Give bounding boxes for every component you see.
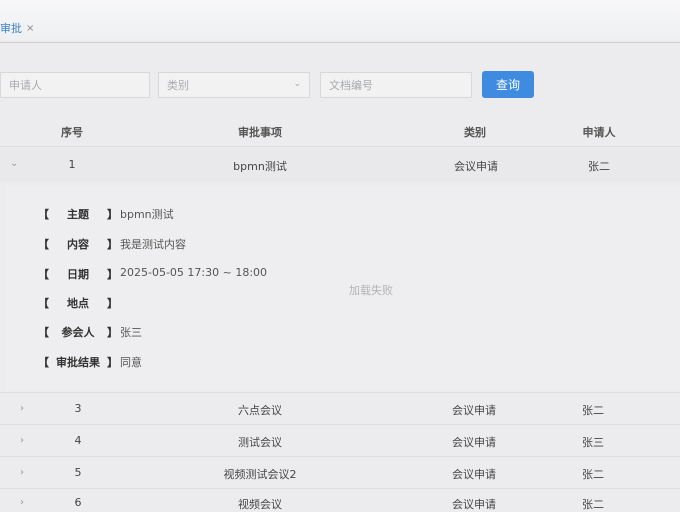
tab-approval[interactable]: 审批 × — [0, 18, 40, 38]
category-input[interactable] — [165, 77, 309, 93]
detail-value: 2025-05-05 17:30 ~ 18:00 — [120, 266, 268, 279]
detail-label: 参会人 — [61, 326, 95, 339]
cell-applicant: 张二 — [582, 468, 604, 481]
cell-category: 会议申请 — [452, 404, 496, 417]
close-icon[interactable]: × — [26, 23, 34, 34]
cell-applicant: 张二 — [588, 160, 610, 173]
chevron-right-icon[interactable]: › — [20, 497, 24, 508]
table-row-expanded[interactable]: ⌄ 1 bpmn测试 会议申请 张二 — [0, 148, 680, 182]
cell-no: 4 — [74, 434, 82, 447]
cell-item: 六点会议 — [238, 404, 282, 417]
cell-category: 会议申请 — [452, 436, 496, 449]
detail-location: 【地点】 — [38, 297, 118, 310]
cell-no: 3 — [74, 402, 82, 415]
detail-value: 同意 — [120, 356, 142, 369]
detail-label: 内容 — [67, 238, 89, 251]
loading-status: 加载失败 — [349, 284, 393, 297]
table-row[interactable]: › 6 视频会议 会议申请 张二 — [0, 488, 680, 511]
cell-applicant: 张二 — [582, 404, 604, 417]
header-divider — [0, 146, 680, 147]
detail-result: 【审批结果】 同意 — [38, 356, 142, 369]
chevron-down-icon[interactable]: ⌄ — [10, 158, 18, 169]
detail-attendee: 【参会人】 张三 — [38, 326, 142, 339]
detail-label: 主题 — [67, 208, 89, 221]
table-row[interactable]: › 5 视频测试会议2 会议申请 张二 — [0, 456, 680, 489]
chevron-right-icon[interactable]: › — [20, 435, 24, 446]
cell-no: 5 — [74, 466, 82, 479]
query-button[interactable]: 查询 — [482, 71, 534, 98]
tab-label: 审批 — [0, 22, 22, 35]
detail-value: 张三 — [120, 326, 142, 339]
category-select[interactable]: ⌄ — [158, 72, 310, 98]
detail-label: 日期 — [67, 268, 89, 281]
cell-item: 视频测试会议2 — [223, 468, 297, 481]
column-header-item: 审批事项 — [238, 126, 282, 139]
top-bar — [0, 0, 680, 40]
cell-category: 会议申请 — [452, 468, 496, 481]
column-header-no: 序号 — [61, 126, 83, 139]
cell-category: 会议申请 — [454, 160, 498, 173]
detail-content: 【内容】 我是测试内容 — [38, 238, 186, 251]
chevron-right-icon[interactable]: › — [20, 403, 24, 414]
cell-no: 1 — [68, 158, 76, 171]
column-header-applicant: 申请人 — [582, 126, 616, 139]
table-row[interactable]: › 3 六点会议 会议申请 张二 — [0, 392, 680, 425]
detail-subject: 【主题】 bpmn测试 — [38, 208, 174, 221]
chevron-down-icon: ⌄ — [293, 79, 301, 89]
cell-applicant: 张三 — [582, 436, 604, 449]
detail-value: 我是测试内容 — [120, 238, 186, 251]
column-header-category: 类别 — [464, 126, 486, 139]
detail-label: 地点 — [67, 297, 89, 310]
cell-item: 测试会议 — [238, 436, 282, 449]
applicant-input[interactable] — [7, 77, 149, 93]
doc-no-input[interactable] — [327, 77, 471, 93]
cell-no: 6 — [74, 496, 82, 509]
detail-value: bpmn测试 — [120, 208, 174, 221]
table-row[interactable]: › 4 测试会议 会议申请 张三 — [0, 424, 680, 457]
detail-date: 【日期】 2025-05-05 17:30 ~ 18:00 — [38, 266, 268, 281]
tab-divider — [0, 42, 680, 43]
applicant-input-wrapper[interactable] — [0, 72, 150, 98]
cell-item: bpmn测试 — [233, 160, 287, 173]
chevron-right-icon[interactable]: › — [20, 467, 24, 478]
detail-label: 审批结果 — [56, 356, 100, 369]
doc-no-input-wrapper[interactable] — [320, 72, 472, 98]
